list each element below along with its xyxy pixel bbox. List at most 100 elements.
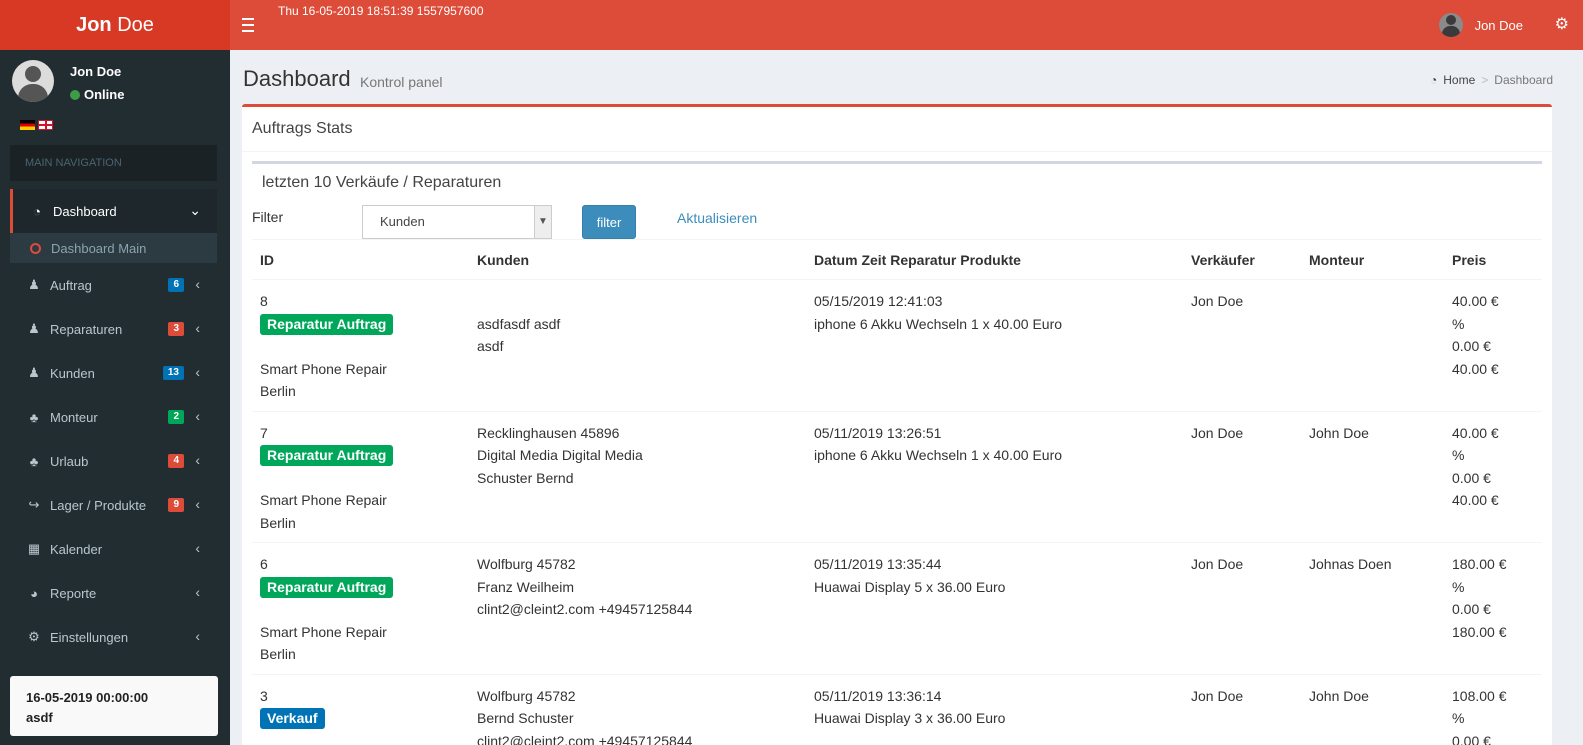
sidebar-item-monteur[interactable]: ♣ Monteur 2 ‹ [0,395,230,439]
user-avatar [12,60,54,102]
filter-select[interactable]: Kunden ▼ [362,205,552,239]
cell-id: 8 Reparatur Auftrag Smart Phone Repair B… [252,279,469,411]
order-id: 6 [260,556,268,572]
sidebar-item-auftrag[interactable]: ♟ Auftrag 6 ‹ [0,263,230,307]
order-datetime: 05/11/2019 13:36:14 [814,687,942,704]
customer-line: Franz Weilheim [477,578,574,595]
sidebar-item-label: Reporte [50,585,97,601]
order-type-badge: Reparatur Auftrag [260,576,394,598]
top-navbar: Thu 16-05-2019 18:51:39 1557957600 Jon D… [230,0,1583,50]
sidebar-subitem-dashboard-main[interactable]: Dashboard Main [10,233,217,263]
sidebar-item-label: Lager / Produkte [50,497,147,513]
cell-kunden: Wolfburg 45782 Bernd Schuster clint2@cle… [469,673,806,745]
column-header-preis: Preis [1444,239,1542,280]
sidebar-item-label: Dashboard [53,203,117,219]
cell-id: 7 Reparatur Auftrag Smart Phone Repair B… [252,410,469,543]
shop-city: Berlin [260,514,296,531]
gears-icon[interactable]: ⚙ [1555,14,1569,34]
order-type-wrap: Reparatur Auftrag [260,576,461,599]
users-icon: ♣ [29,409,39,425]
price-line: 40.00 € [1452,293,1499,309]
content-header: Dashboard Kontrol panel ◔ Home > Dashboa… [230,50,1583,105]
price-line: 40.00 € [1452,424,1499,441]
german-flag-icon[interactable] [20,120,35,130]
refresh-link[interactable]: Aktualisieren [677,210,757,226]
user-menu[interactable]: Jon Doe [1438,12,1523,38]
sidebar-item-kunden[interactable]: ♟ Kunden 13 ‹ [0,351,230,395]
cell-verkaufer: Jon Doe [1183,279,1301,411]
filter-select-value: Kunden [380,214,425,229]
order-id: 3 [260,687,268,704]
filter-button[interactable]: filter [582,205,636,239]
shop-name: Smart Phone Repair [260,492,387,508]
count-badge: 4 [168,454,184,468]
person-icon: ♟ [28,277,40,292]
breadcrumb-current: Dashboard [1494,73,1553,87]
share-icon: ↪ [28,497,40,512]
price-line: 0.00 € [1452,469,1491,486]
sidebar-item-kalender[interactable]: ▦ Kalender ‹ [0,527,230,571]
sidebar-menu: ◔ Dashboard ⌄ Dashboard Main ♟ Auftrag 6… [0,189,230,659]
chevron-left-icon: ‹ [195,320,200,336]
sidebar-item-reparaturen[interactable]: ♟ Reparaturen 3 ‹ [0,307,230,351]
cell-kunden: Wolfburg 45782 Franz Weilheim clint2@cle… [469,542,806,674]
price-line: 40.00 € [1452,360,1499,377]
order-type-badge: Reparatur Auftrag [260,313,394,335]
customer-line: clint2@cleint2.com +49457125844 [477,601,693,617]
page-title: Dashboard [243,66,351,91]
price-line: 180.00 € [1452,556,1507,572]
customer-line: Bernd Schuster [477,710,574,726]
chevron-left-icon: ‹ [195,276,200,292]
sidebar-item-einstellungen[interactable]: ⚙ Einstellungen ‹ [0,615,230,659]
user-menu-name: Jon Doe [1474,17,1523,33]
order-product: Huawai Display 5 x 36.00 Euro [814,578,1006,595]
shop-city: Berlin [260,646,296,662]
customer-line: Digital Media Digital Media [477,447,643,463]
calendar-icon: ▦ [27,541,41,556]
cell-monteur: John Doe [1301,673,1444,745]
user-status: Online [70,87,124,102]
sidebar: Jon Doe Online MAIN NAVIGATION ◔ Dashboa… [0,50,230,745]
gears-icon: ⚙ [28,629,40,644]
sidebar-item-label: Auftrag [50,277,92,293]
cell-kunden: asdfasdf asdf asdf [469,279,806,411]
breadcrumb-home[interactable]: Home [1443,73,1475,87]
sidebar-item-dashboard[interactable]: ◔ Dashboard ⌄ [10,189,217,233]
clock-readout: Thu 16-05-2019 18:51:39 1557957600 [278,4,484,18]
cell-preis: 108.00 € % 0.00 € [1444,673,1542,745]
order-type-wrap: Reparatur Auftrag [260,444,461,467]
cell-preis: 40.00 € % 0.00 € 40.00 € [1444,410,1542,543]
dashboard-icon: ◔ [33,203,41,219]
column-header-id: ID [252,239,469,280]
chevron-left-icon: ‹ [195,452,200,468]
sidebar-item-label: Monteur [50,409,98,425]
shop-name: Smart Phone Repair [260,360,387,377]
sidebar-toggle-icon[interactable] [242,14,260,34]
table-row: 6 Reparatur Auftrag Smart Phone Repair B… [252,542,1542,674]
filter-label: Filter [252,209,284,225]
order-datetime: 05/11/2019 13:35:44 [814,556,942,572]
order-id: 8 [260,293,268,309]
cell-datum: 05/11/2019 13:26:51 iphone 6 Akku Wechse… [806,410,1183,543]
app-logo[interactable]: Jon Doe [0,0,230,50]
person-icon: ♟ [28,365,40,380]
sidebar-item-urlaub[interactable]: ♣ Urlaub 4 ‹ [0,439,230,483]
price-line: 108.00 € [1452,687,1507,704]
sidebar-item-reporte[interactable]: ◕ Reporte ‹ [0,571,230,615]
sidebar-item-lager-produkte[interactable]: ↪ Lager / Produkte 9 ‹ [0,483,230,527]
price-line: % [1452,315,1465,332]
chevron-down-icon: ⌄ [189,202,201,218]
column-header-datum: Datum Zeit Reparatur Produkte [806,239,1183,280]
circle-icon [30,242,41,254]
chevron-left-icon: ‹ [195,584,200,600]
cell-monteur: Johnas Doen [1301,542,1444,674]
breadcrumb: ◔ Home > Dashboard [1430,73,1553,87]
cell-datum: 05/11/2019 13:35:44 Huawai Display 5 x 3… [806,542,1183,674]
table-row: 3 Verkauf Wolfburg 45782 Bernd Schuster … [252,673,1542,745]
person-icon: ♟ [28,321,40,336]
column-header-monteur: Monteur [1301,239,1444,280]
chevron-left-icon: ‹ [195,364,200,380]
english-flag-icon[interactable] [38,120,53,130]
cell-verkaufer: Jon Doe [1183,410,1301,543]
